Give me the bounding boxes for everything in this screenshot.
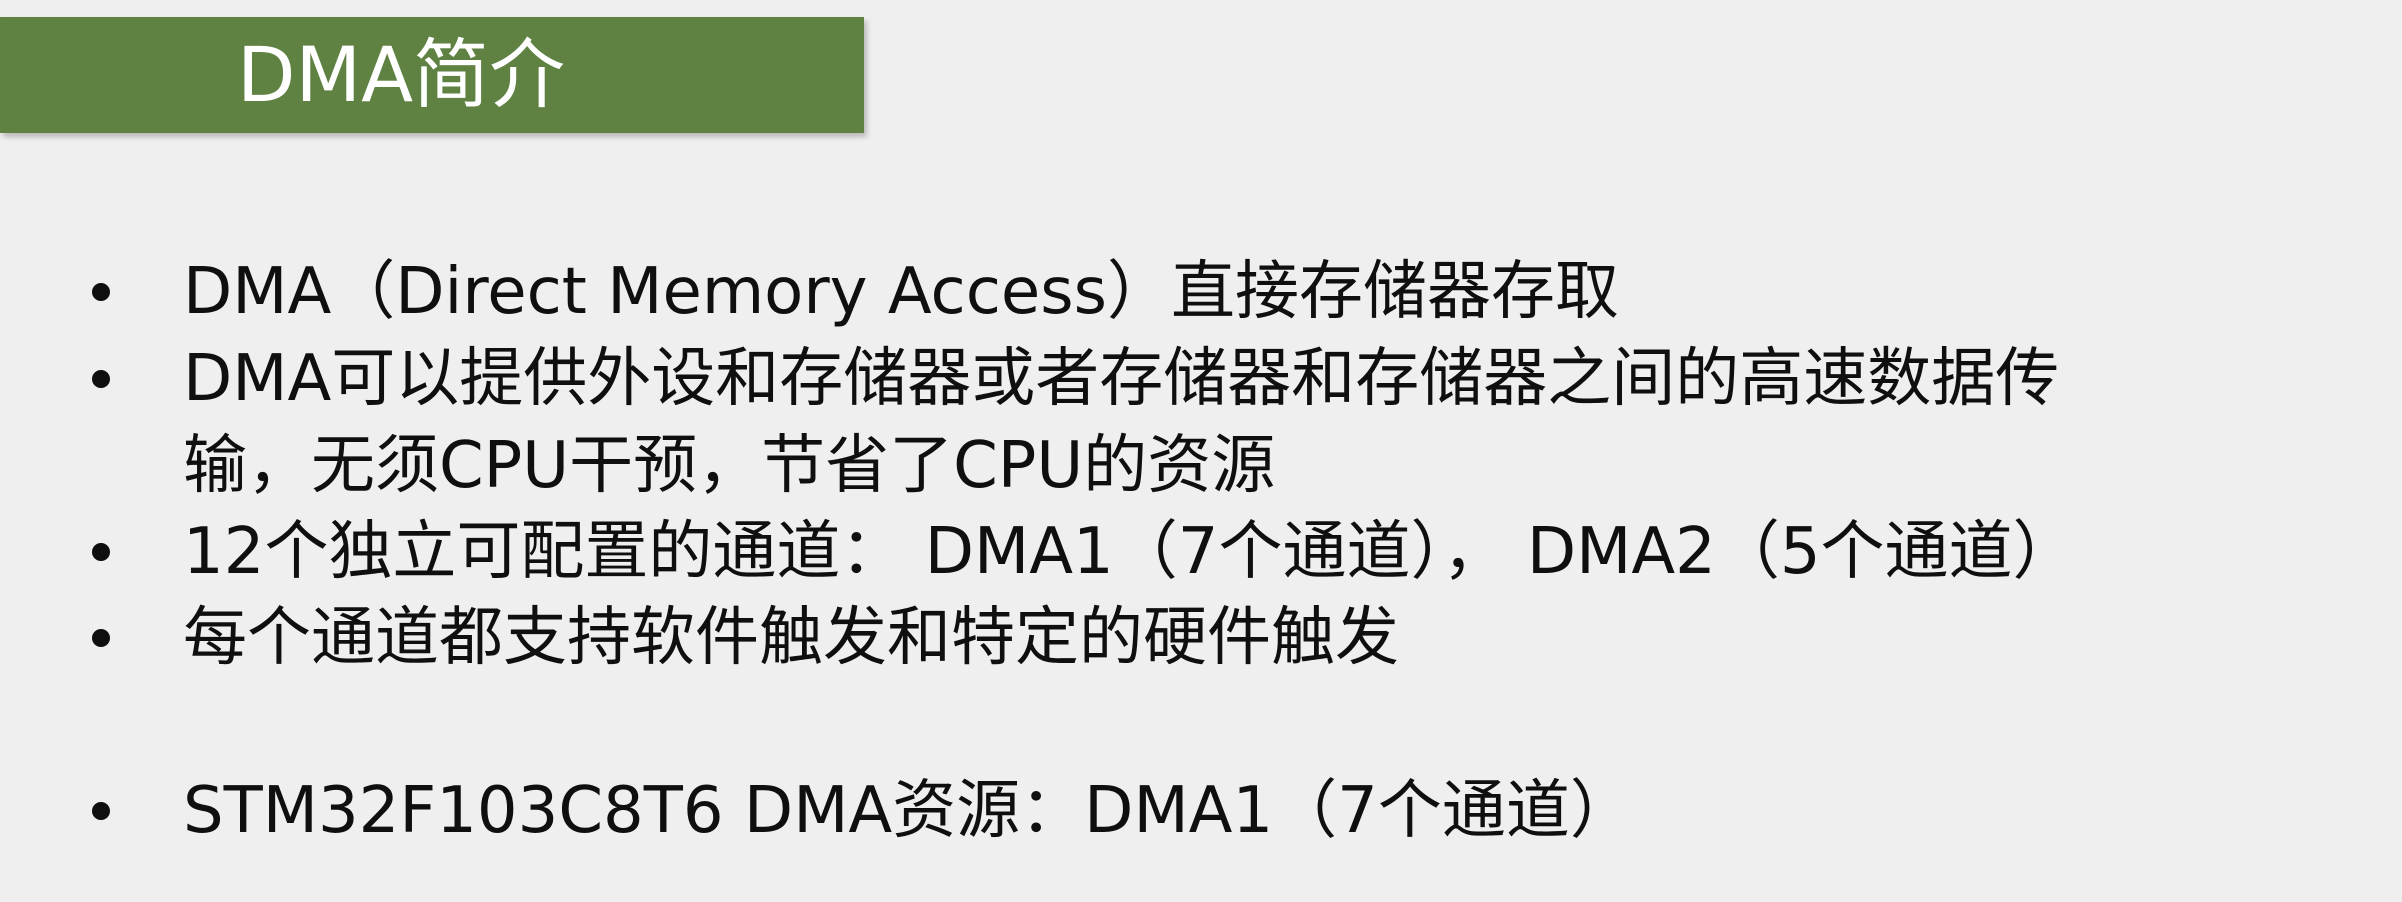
bullet-dot-icon bbox=[92, 802, 110, 820]
bullet-text-line: 输，无须CPU干预，节省了CPU的资源 bbox=[183, 429, 1276, 503]
bullet-text-line: 每个通道都支持软件触发和特定的硬件触发 bbox=[183, 601, 1399, 675]
bullet-dot-icon bbox=[92, 370, 110, 388]
bullet-item-channels: 12个独立可配置的通道： DMA1（7个通道）， DMA2（5个通道） bbox=[0, 510, 2402, 594]
bullet-item-dma-transfer: DMA可以提供外设和存储器或者存储器和存储器之间的高速数据传 输，无须CPU干预… bbox=[0, 337, 2402, 505]
bullet-list: DMA（Direct Memory Access）直接存储器存取 DMA可以提供… bbox=[0, 0, 2402, 902]
bullet-dot-icon bbox=[92, 543, 110, 561]
bullet-text-line: STM32F103C8T6 DMA资源：DMA1（7个通道） bbox=[183, 774, 1634, 848]
bullet-text-line: 12个独立可配置的通道： DMA1（7个通道）， DMA2（5个通道） bbox=[183, 515, 2077, 589]
bullet-item-stm32-resource: STM32F103C8T6 DMA资源：DMA1（7个通道） bbox=[0, 769, 2402, 853]
bullet-dot-icon bbox=[92, 629, 110, 647]
bullet-item-triggers: 每个通道都支持软件触发和特定的硬件触发 bbox=[0, 596, 2402, 680]
bullet-text-line: DMA可以提供外设和存储器或者存储器和存储器之间的高速数据传 bbox=[183, 342, 2060, 416]
bullet-dot-icon bbox=[92, 283, 110, 301]
bullet-item-dma-definition: DMA（Direct Memory Access）直接存储器存取 bbox=[0, 250, 2402, 334]
bullet-text-line: DMA（Direct Memory Access）直接存储器存取 bbox=[183, 255, 1619, 329]
